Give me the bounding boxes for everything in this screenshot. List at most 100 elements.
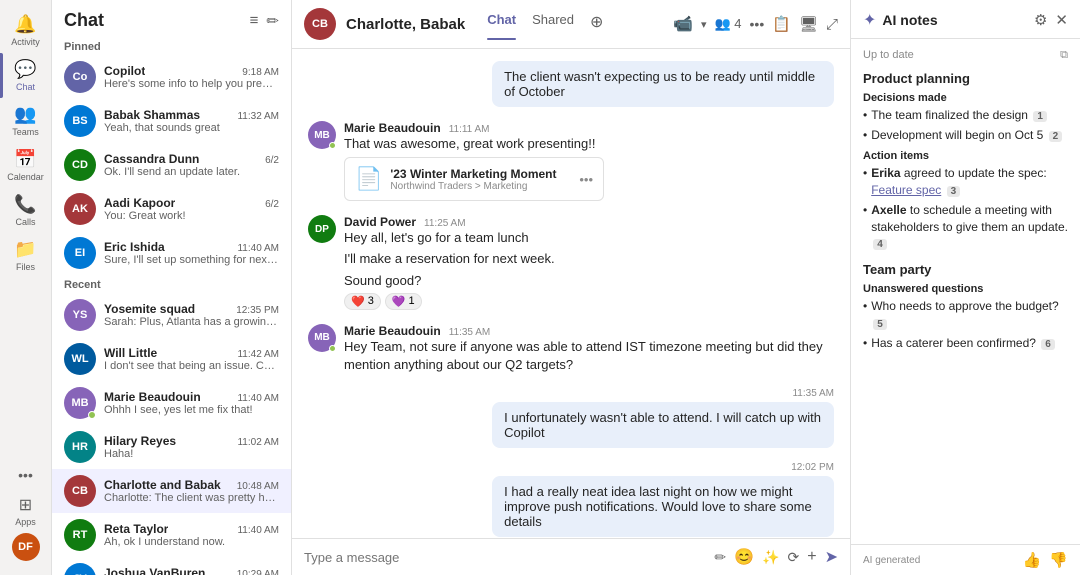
feature-spec-link[interactable]: Feature spec: [871, 183, 941, 197]
list-item[interactable]: MB Marie Beaudouin 11:40 AM Ohhh I see, …: [52, 381, 291, 425]
message-text: Hey Team, not sure if anyone was able to…: [344, 338, 834, 374]
ai-bullet: Who needs to approve the budget? 5: [863, 298, 1068, 332]
avatar: YS: [64, 299, 96, 331]
copy-icon[interactable]: ⧉: [1060, 49, 1068, 62]
share-screen-icon[interactable]: 🖥: [799, 15, 818, 33]
loop-icon[interactable]: ⟳: [788, 549, 800, 566]
nav-teams[interactable]: 👥 Teams: [0, 98, 51, 143]
nav-activity[interactable]: 🔔 Activity: [0, 8, 51, 53]
message-time: 11:11 AM: [449, 124, 490, 135]
chat-preview: Haha!: [104, 448, 279, 460]
format-icon[interactable]: ✏: [714, 549, 726, 566]
filter-icon[interactable]: ≡: [250, 12, 259, 30]
ai-close-icon[interactable]: ✕: [1055, 11, 1068, 29]
sticker-icon[interactable]: ✨: [762, 549, 779, 566]
avatar: HR: [64, 431, 96, 463]
chat-preview: You: Great work!: [104, 210, 279, 222]
list-item[interactable]: BS Babak Shammas 11:32 AM Yeah, that sou…: [52, 99, 291, 143]
chat-time: 11:40 AM: [237, 243, 279, 254]
message-row: 12:02 PM I had a really neat idea last n…: [308, 462, 834, 537]
compose-input-row: ✏ 😊 ✨ ⟳ + ➤: [304, 547, 838, 567]
list-item[interactable]: JV Joshua VanBuren 10:29 AM Thanks for r…: [52, 557, 291, 575]
chat-header: CB Charlotte, Babak Chat Shared ⊕ 📹 ▾ 👥 …: [292, 0, 850, 49]
participants-icon[interactable]: 👥 4: [715, 16, 742, 32]
send-button[interactable]: ➤: [825, 547, 838, 567]
nav-chat[interactable]: 💬 Chat: [0, 53, 51, 98]
nav-more[interactable]: •••: [0, 461, 51, 489]
ai-badge: 1: [1033, 111, 1047, 122]
thumbs-down-icon[interactable]: 👎: [1049, 551, 1068, 569]
chat-preview: Ok. I'll send an update later.: [104, 166, 279, 178]
chat-name: Eric Ishida: [104, 240, 165, 254]
message-group: DP David Power 11:25 AM Hey all, let's g…: [308, 215, 834, 310]
chat-list-header: Chat ≡ ✏: [52, 0, 291, 37]
list-item[interactable]: CD Cassandra Dunn 6/2 Ok. I'll send an u…: [52, 143, 291, 187]
chat-time: 11:40 AM: [237, 393, 279, 404]
compose-input[interactable]: [304, 550, 708, 565]
file-more-icon[interactable]: •••: [579, 172, 593, 187]
call-chevron-icon[interactable]: ▾: [701, 18, 707, 31]
nav-files[interactable]: 📁 Files: [0, 233, 51, 278]
thumbs-up-icon[interactable]: 👍: [1023, 551, 1042, 569]
chat-name: Copilot: [104, 64, 145, 78]
message-time: 11:25 AM: [424, 218, 466, 229]
avatar: JV: [64, 563, 96, 575]
chat-list-actions: ≡ ✏: [250, 12, 279, 30]
whiteboard-icon[interactable]: 📋: [772, 15, 791, 33]
tab-shared[interactable]: Shared: [524, 8, 582, 40]
nav-apps[interactable]: ⊞ Apps: [0, 489, 51, 533]
list-item[interactable]: Co Copilot 9:18 AM Here's some info to h…: [52, 55, 291, 99]
chat-time: 11:32 AM: [237, 111, 279, 122]
contact-name: Charlotte, Babak: [346, 16, 465, 33]
ai-badge: 6: [1041, 339, 1055, 350]
message-row: I unfortunately wasn't able to attend. I…: [308, 402, 834, 448]
chat-time: 12:35 PM: [236, 305, 279, 316]
video-call-icon[interactable]: 📹: [673, 14, 693, 34]
ai-panel-footer: AI generated 👍 👎: [851, 544, 1080, 575]
message-reactions: ❤️3 💜1: [344, 293, 834, 310]
list-item[interactable]: AK Aadi Kapoor 6/2 You: Great work!: [52, 187, 291, 231]
more-icon: •••: [18, 467, 33, 483]
list-item[interactable]: WL Will Little 11:42 AM I don't see that…: [52, 337, 291, 381]
more-actions-icon[interactable]: •••: [750, 16, 765, 32]
avatar: RT: [64, 519, 96, 551]
reaction-purple-heart[interactable]: 💜1: [385, 293, 422, 310]
emoji-icon[interactable]: 😊: [734, 547, 754, 567]
attach-icon[interactable]: +: [807, 548, 816, 566]
file-attachment[interactable]: 📄 '23 Winter Marketing Moment Northwind …: [344, 157, 604, 201]
reaction-heart[interactable]: ❤️3: [344, 293, 381, 310]
ai-up-to-date: Up to date ⧉: [863, 49, 1068, 61]
new-chat-icon[interactable]: ✏: [266, 12, 279, 30]
activity-icon: 🔔: [14, 14, 36, 35]
chat-list-title: Chat: [64, 10, 104, 31]
chat-name: Joshua VanBuren: [104, 566, 205, 575]
nav-calls[interactable]: 📞 Calls: [0, 188, 51, 233]
nav-calendar[interactable]: 📅 Calendar: [0, 143, 51, 188]
tab-chat[interactable]: Chat: [479, 8, 524, 40]
chat-time: 11:42 AM: [237, 349, 279, 360]
tab-add[interactable]: ⊕: [582, 8, 611, 40]
chat-preview: Yeah, that sounds great: [104, 122, 279, 134]
message-timestamp: 11:35 AM: [308, 388, 834, 399]
ai-badge: 4: [873, 239, 887, 250]
list-item[interactable]: EI Eric Ishida 11:40 AM Sure, I'll set u…: [52, 231, 291, 275]
ai-settings-icon[interactable]: ⚙: [1034, 11, 1047, 29]
popout-icon[interactable]: ⤢: [826, 16, 838, 33]
list-item[interactable]: CB Charlotte and Babak 10:48 AM Charlott…: [52, 469, 291, 513]
message-group: MB Marie Beaudouin 11:35 AM Hey Team, no…: [308, 324, 834, 374]
message-bubble-self: I unfortunately wasn't able to attend. I…: [492, 402, 834, 448]
list-item[interactable]: HR Hilary Reyes 11:02 AM Haha!: [52, 425, 291, 469]
ai-panel-header: ✦ AI notes ⚙ ✕: [851, 0, 1080, 39]
avatar: DP: [308, 215, 336, 243]
ai-bullet: Development will begin on Oct 5 2: [863, 127, 1068, 144]
list-item[interactable]: RT Reta Taylor 11:40 AM Ah, ok I underst…: [52, 513, 291, 557]
user-avatar[interactable]: DF: [12, 533, 40, 561]
ai-bullet: Has a caterer been confirmed? 6: [863, 335, 1068, 352]
ai-notes-panel: ✦ AI notes ⚙ ✕ Up to date ⧉ Product plan…: [850, 0, 1080, 575]
message-row: MB Marie Beaudouin 11:35 AM Hey Team, no…: [308, 324, 834, 374]
chat-time: 11:40 AM: [237, 525, 279, 536]
list-item[interactable]: YS Yosemite squad 12:35 PM Sarah: Plus, …: [52, 293, 291, 337]
file-type-icon: 📄: [355, 166, 382, 192]
ai-bullet: The team finalized the design 1: [863, 107, 1068, 124]
chat-time: 11:02 AM: [237, 437, 279, 448]
